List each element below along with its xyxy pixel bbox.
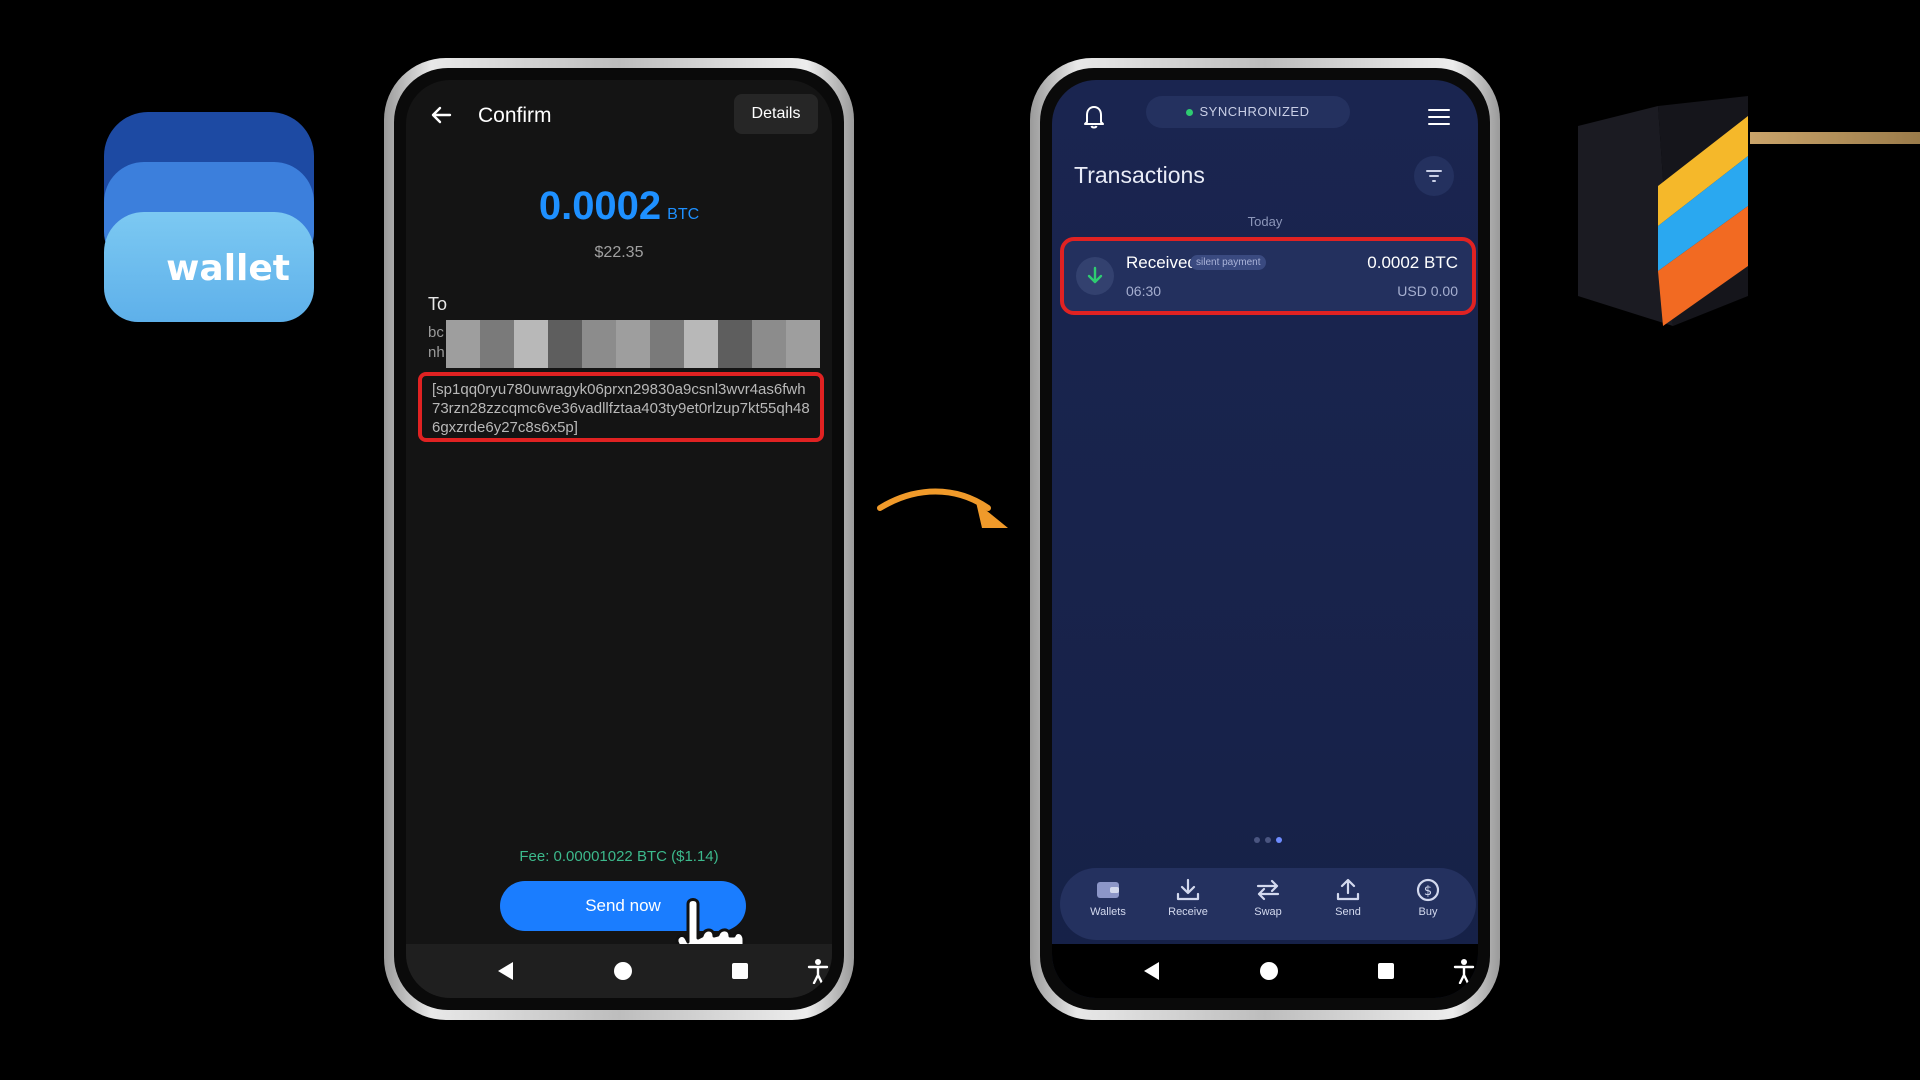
page-dot [1265,837,1271,843]
accessibility-icon[interactable] [1452,958,1476,984]
hamburger-menu-icon[interactable] [1428,108,1450,126]
transition-arrow-icon [877,488,1008,528]
silent-payment-address: [sp1qq0ryu780uwragyk06prxn29830a9csnl3wv… [432,381,810,436]
nav-home-icon[interactable] [614,962,632,980]
silent-payment-address-highlight: [sp1qq0ryu780uwragyk06prxn29830a9csnl3wv… [418,372,824,442]
swap-arrows-icon [1256,879,1280,901]
nav-label: Send [1335,906,1361,918]
nav-receive[interactable]: Receive [1156,878,1220,918]
fiat-amount: $22.35 [594,244,644,261]
transactions-title: Transactions [1074,162,1205,188]
details-button[interactable]: Details [734,94,818,134]
page-dot-active [1276,837,1282,843]
upload-icon [1336,878,1360,901]
transaction-amount: 0.0002 BTC [1367,253,1458,272]
sync-status-text: SYNCHRONIZED [1199,104,1310,119]
logo-text: wallet [166,248,290,289]
page-title: Confirm [478,104,552,127]
blurred-address [446,320,820,368]
nav-send[interactable]: Send [1316,878,1380,918]
transactions-screen: SYNCHRONIZED Transactions Today Received… [1052,80,1478,998]
svg-text:$: $ [1424,884,1432,899]
nav-label: Receive [1168,906,1208,918]
silent-payment-tag: silent payment [1190,255,1267,270]
address-line-2-prefix: nh [428,344,445,361]
wallet-app-logo: wallet [104,112,314,322]
nav-label: Swap [1254,906,1282,918]
page-dot [1254,837,1260,843]
nav-label: Buy [1418,906,1438,918]
nav-back-icon[interactable] [498,962,513,980]
nav-swap[interactable]: Swap [1236,878,1300,918]
sync-status-badge[interactable]: SYNCHRONIZED [1146,96,1350,128]
wallet-icon [1097,882,1119,898]
android-nav-bar [406,944,832,998]
accessibility-icon[interactable] [806,958,830,984]
nav-recents-icon[interactable] [1378,963,1394,979]
cake-wallet-logo [1578,96,1748,326]
amount-display: 0.0002 BTC [406,184,832,229]
nav-buy[interactable]: $ Buy [1396,878,1460,918]
back-arrow-icon[interactable] [426,100,456,130]
filter-button[interactable] [1414,156,1454,196]
received-arrow-icon [1076,257,1114,295]
amount-value: 0.0002 [538,184,662,228]
nav-home-icon[interactable] [1260,962,1278,980]
address-line-1-prefix: bc [428,324,444,341]
nav-wallets[interactable]: Wallets [1076,878,1140,918]
nav-recents-icon[interactable] [732,963,748,979]
transaction-time: 06:30 [1126,283,1162,299]
bell-icon[interactable] [1082,104,1106,130]
transaction-row[interactable]: Received silent payment 0.0002 BTC 06:30… [1060,237,1476,315]
sender-phone: Confirm Details 0.0002BTC $22.35 To bc v… [384,58,854,1020]
filter-icon [1426,170,1442,182]
download-icon [1176,878,1200,901]
sync-dot-icon [1186,109,1194,117]
amount-unit: BTC [667,206,700,223]
page-indicator [1254,830,1294,843]
nav-label: Wallets [1090,906,1126,918]
transaction-fiat: USD 0.00 [1397,283,1458,299]
fee-text: Fee: 0.00001022 BTC ($1.14) [519,848,719,865]
decorative-stripe [1750,132,1920,144]
confirm-top-bar: Confirm Details [406,80,832,150]
bottom-nav: Wallets Receive Swap Send $ Buy [1060,868,1476,940]
android-nav-bar [1052,944,1478,998]
date-group-label: Today [1247,214,1283,229]
receiver-phone: SYNCHRONIZED Transactions Today Received… [1030,58,1500,1020]
to-label: To [428,294,448,314]
confirm-screen: Confirm Details 0.0002BTC $22.35 To bc v… [406,80,832,998]
transaction-status: Received [1126,253,1197,272]
nav-back-icon[interactable] [1144,962,1159,980]
dollar-circle-icon: $ [1416,878,1440,902]
